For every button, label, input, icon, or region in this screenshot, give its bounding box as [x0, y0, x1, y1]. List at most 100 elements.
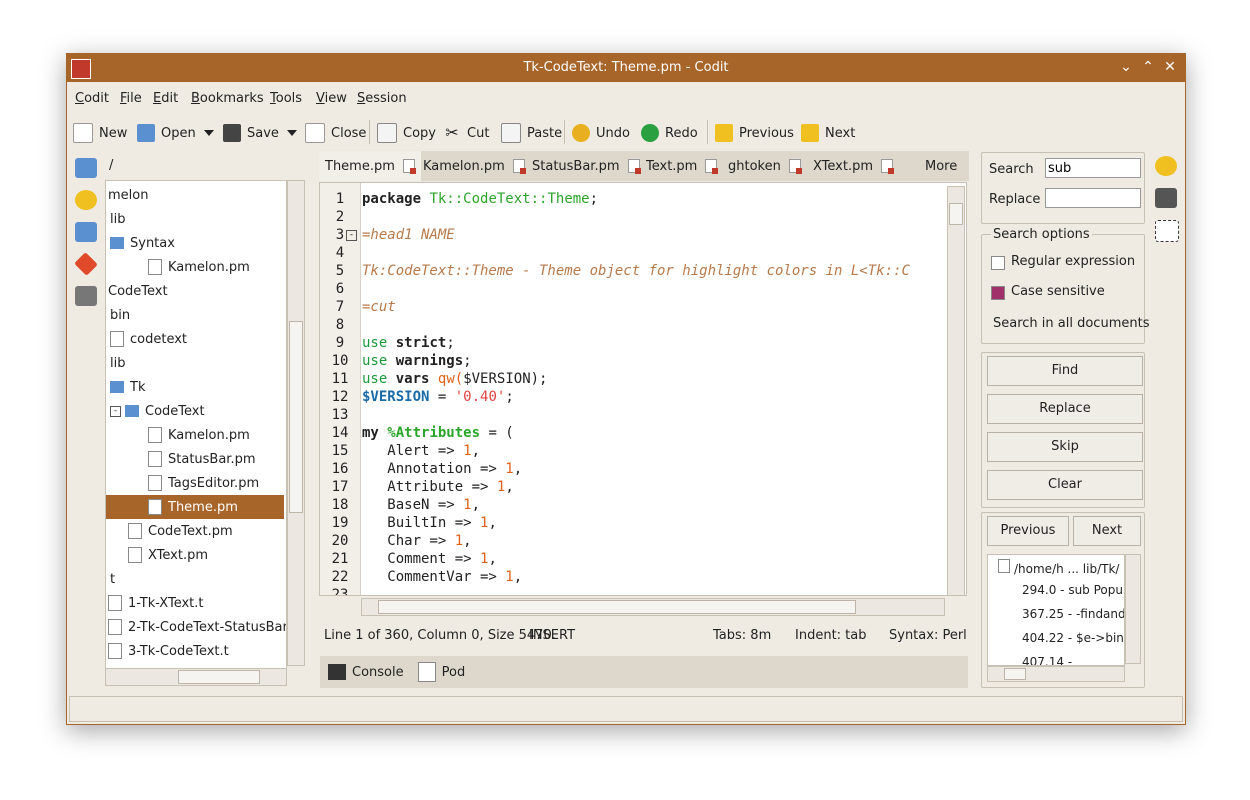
regex-checkbox[interactable]: [991, 256, 1005, 270]
tree-item[interactable]: Kamelon.pm: [148, 255, 250, 279]
tree-item[interactable]: CodeText.pm: [128, 519, 233, 543]
menu-codit[interactable]: Codit: [75, 91, 109, 106]
tree-item[interactable]: lib: [110, 351, 125, 375]
tab-kamelon[interactable]: Kamelon.pm: [417, 151, 531, 181]
close-tab-icon[interactable]: [881, 159, 895, 174]
results-vscrollbar[interactable]: [1125, 554, 1141, 664]
git-icon[interactable]: [74, 252, 98, 276]
editor-vscrollbar[interactable]: [947, 186, 965, 596]
previous-result-button[interactable]: Previous: [987, 516, 1069, 546]
status-tabs[interactable]: Tabs: 8m: [713, 628, 771, 643]
braces-icon[interactable]: [75, 286, 97, 306]
scroll-thumb[interactable]: [949, 203, 963, 225]
scroll-thumb[interactable]: [1004, 668, 1026, 680]
result-row[interactable]: 407.14 -: [1022, 655, 1072, 665]
previous-button[interactable]: Previous: [715, 120, 794, 146]
bookmarks-star-icon[interactable]: [75, 190, 97, 210]
menu-view[interactable]: View: [316, 91, 347, 106]
code-editor[interactable]: 1 2 3 4 5 6 7 8 9 10 11 12 13 14 15 16 1…: [319, 182, 967, 596]
redo-button[interactable]: Redo: [641, 120, 698, 146]
close-tab-icon[interactable]: [512, 159, 526, 174]
result-row[interactable]: 367.25 - -findand: [1022, 607, 1124, 621]
status-indent[interactable]: Indent: tab: [795, 628, 867, 643]
tree-item[interactable]: 2-Tk-CodeText-StatusBar.t: [108, 615, 286, 639]
tab-theme[interactable]: Theme.pm: [319, 151, 421, 181]
tree-item[interactable]: bin: [110, 303, 130, 327]
fold-icon[interactable]: -: [346, 230, 357, 241]
line-number: 19: [331, 515, 349, 531]
search-all-docs-toggle[interactable]: Search in all documents: [993, 316, 1149, 331]
tree-item[interactable]: - CodeText: [110, 399, 205, 423]
paste-button[interactable]: Paste: [501, 120, 562, 146]
tree-item[interactable]: melon: [108, 183, 148, 207]
tree-item[interactable]: Syntax: [110, 231, 175, 255]
tab-pod[interactable]: Pod: [442, 665, 466, 680]
menu-tools[interactable]: Tools: [270, 91, 302, 106]
tab-console[interactable]: Console: [352, 665, 404, 680]
tab-ghtoken[interactable]: ghtoken: [722, 151, 807, 181]
replace-button[interactable]: Replace: [987, 394, 1143, 424]
color-picker-icon[interactable]: [1155, 156, 1177, 176]
snippets-icon[interactable]: [1155, 220, 1179, 242]
tree-item[interactable]: TagsEditor.pm: [148, 471, 259, 495]
case-sensitive-checkbox[interactable]: [991, 286, 1005, 300]
search-input[interactable]: [1045, 158, 1141, 178]
close-tab-icon[interactable]: [788, 159, 802, 174]
save-button[interactable]: Save: [223, 120, 297, 146]
tree-vscrollbar[interactable]: [287, 180, 305, 666]
tree-item[interactable]: Kamelon.pm: [148, 423, 250, 447]
tree-item[interactable]: StatusBar.pm: [148, 447, 256, 471]
scroll-thumb[interactable]: [289, 321, 303, 513]
tab-text[interactable]: Text.pm: [640, 151, 723, 181]
copy-button[interactable]: Copy: [377, 120, 436, 146]
result-file-row[interactable]: /home/h ... lib/Tk/: [998, 559, 1119, 576]
more-tabs-button[interactable]: More: [925, 159, 957, 174]
tree-item[interactable]: CodeText: [108, 279, 168, 303]
tree-item[interactable]: 3-Tk-CodeText.t: [108, 639, 229, 663]
close-button[interactable]: Close: [305, 120, 366, 146]
menu-file[interactable]: File: [120, 91, 142, 106]
menu-bookmarks[interactable]: Bookmarks: [191, 91, 264, 106]
collapse-icon[interactable]: -: [110, 405, 121, 417]
tree-item[interactable]: Tk: [110, 375, 145, 399]
tree-item[interactable]: 1-Tk-XText.t: [108, 591, 203, 615]
folder-icon[interactable]: [75, 222, 97, 242]
perl-file-icon: [148, 451, 162, 467]
tab-xtext[interactable]: XText.pm: [807, 151, 899, 181]
tree-hscrollbar[interactable]: [105, 668, 287, 686]
tree-item[interactable]: lib: [110, 207, 125, 231]
replace-input[interactable]: [1045, 188, 1141, 208]
open-button[interactable]: Open: [137, 120, 214, 146]
next-result-button[interactable]: Next: [1073, 516, 1141, 546]
find-button[interactable]: Find: [987, 356, 1143, 386]
tree-item[interactable]: codetext: [110, 327, 187, 351]
tree-item[interactable]: XText.pm: [128, 543, 208, 567]
status-syntax[interactable]: Syntax: Perl: [889, 628, 967, 643]
close-tab-icon[interactable]: [705, 159, 719, 174]
scroll-thumb[interactable]: [378, 600, 856, 614]
tab-statusbar[interactable]: StatusBar.pm: [526, 151, 646, 181]
skip-button[interactable]: Skip: [987, 432, 1143, 462]
undo-button[interactable]: Undo: [572, 120, 630, 146]
clear-button[interactable]: Clear: [987, 470, 1143, 500]
print-icon[interactable]: [75, 158, 97, 178]
cut-button[interactable]: ✂ Cut: [443, 120, 489, 146]
close-tab-icon[interactable]: [402, 159, 416, 174]
binoculars-icon[interactable]: [1155, 188, 1177, 208]
scroll-thumb[interactable]: [178, 670, 260, 684]
close-tab-icon[interactable]: [627, 159, 641, 174]
maximize-icon[interactable]: ⌃: [1139, 58, 1157, 76]
minimize-icon[interactable]: ⌄: [1117, 58, 1135, 76]
close-icon[interactable]: ✕: [1161, 58, 1179, 76]
next-button[interactable]: Next: [801, 120, 855, 146]
editor-hscrollbar[interactable]: [361, 598, 945, 616]
results-hscrollbar[interactable]: [987, 666, 1125, 682]
menu-edit[interactable]: Edit: [153, 91, 178, 106]
tree-item[interactable]: t: [110, 567, 115, 591]
line-number: 11: [331, 371, 349, 387]
new-button[interactable]: New: [73, 120, 127, 146]
result-row[interactable]: 404.22 - $e->bind: [1022, 631, 1124, 645]
result-row[interactable]: 294.0 - sub Popul: [1022, 583, 1124, 597]
menu-session[interactable]: Session: [357, 91, 407, 106]
tree-item-selected[interactable]: Theme.pm: [106, 495, 284, 519]
